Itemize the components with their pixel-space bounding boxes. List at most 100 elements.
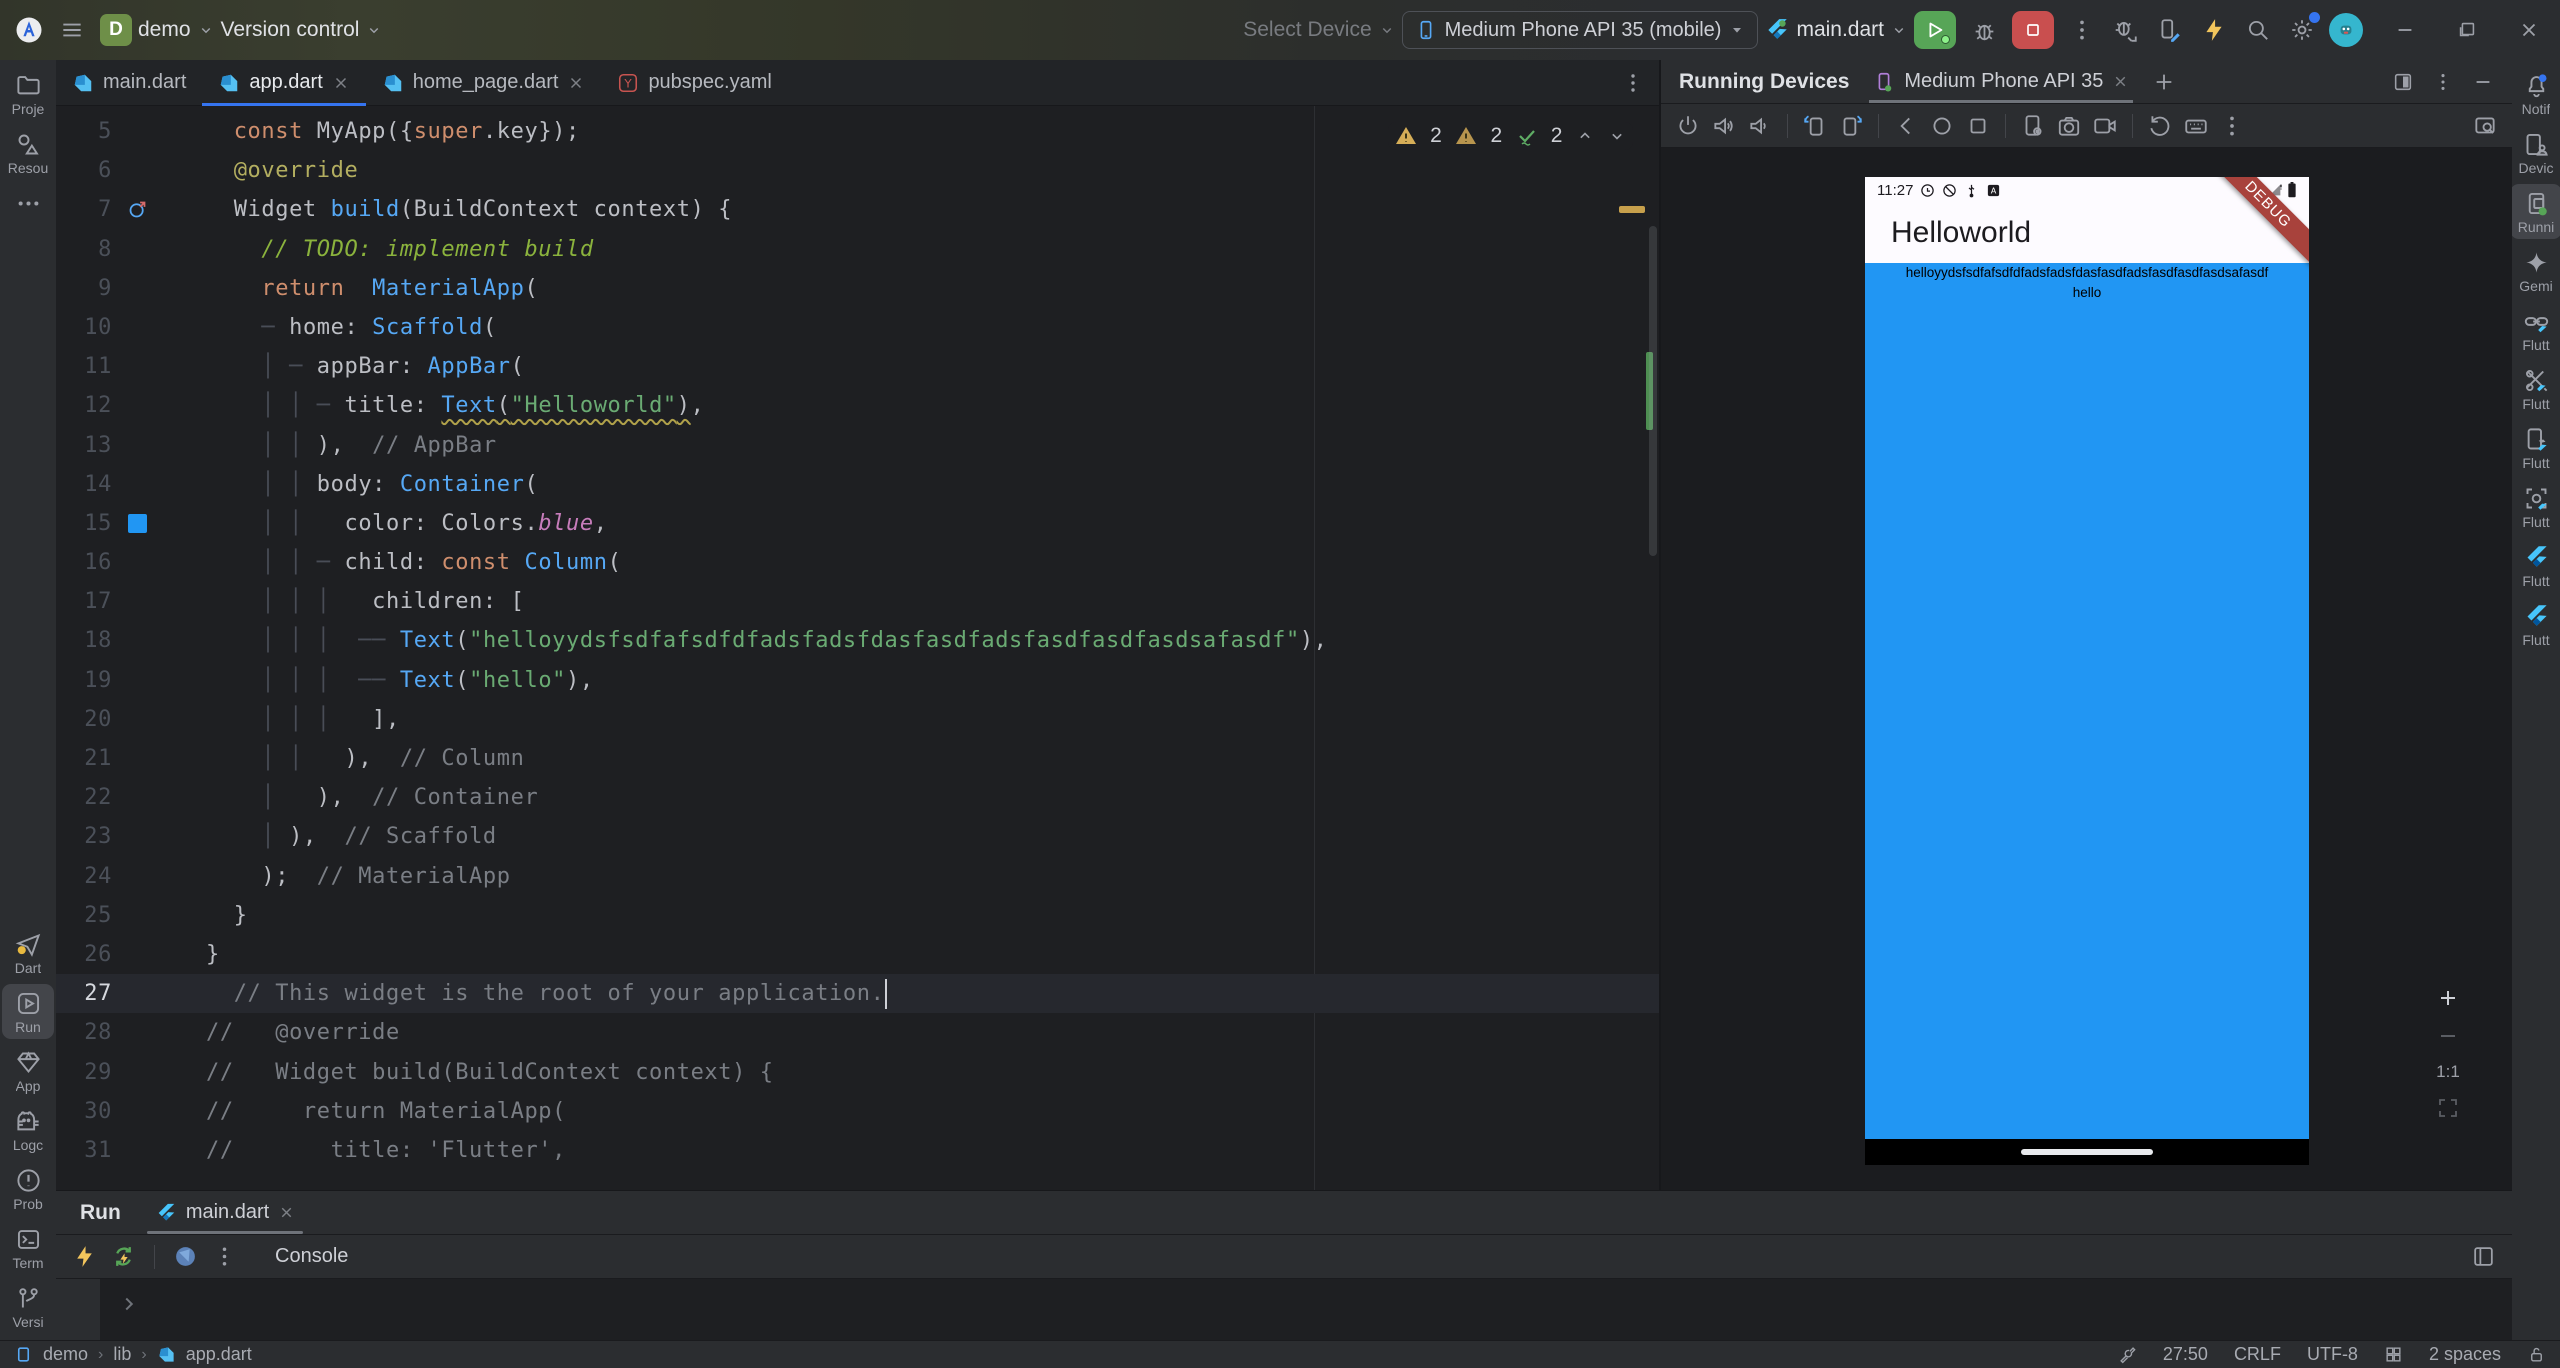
maximize-window-button[interactable] (2436, 0, 2498, 60)
code-line-14[interactable]: 14 │ │ body: Container( (56, 465, 1659, 504)
line-separator[interactable]: CRLF (2234, 1344, 2281, 1365)
device-mirror-button[interactable] (2148, 8, 2192, 52)
more-vertical-button[interactable] (2060, 8, 2104, 52)
code-line-9[interactable]: 9 return MaterialApp( (56, 269, 1659, 308)
code-line-7[interactable]: 7 Widget build(BuildContext context) { (56, 190, 1659, 229)
code-line-28[interactable]: 28// @override (56, 1013, 1659, 1052)
code-line-15[interactable]: 15 │ │ color: Colors.blue, (56, 504, 1659, 543)
tool-stripe-devic[interactable]: Devic (2510, 125, 2560, 180)
dart-app-icon[interactable] (173, 1244, 198, 1269)
nav-home-icon[interactable] (1929, 113, 1955, 139)
select-device-widget[interactable]: Select Device (1243, 8, 1395, 52)
split-panel-icon[interactable] (2392, 71, 2414, 93)
code-line-23[interactable]: 23 │ ), // Scaffold (56, 817, 1659, 856)
close-tab-icon[interactable] (567, 74, 585, 92)
close-tab-icon[interactable] (332, 74, 350, 92)
code-line-24[interactable]: 24 ); // MaterialApp (56, 857, 1659, 896)
hide-panel-icon[interactable] (2472, 71, 2494, 93)
code-line-16[interactable]: 16 │ │ ─ child: const Column( (56, 543, 1659, 582)
attach-debugger-button[interactable] (2104, 8, 2148, 52)
zoom-in-icon[interactable] (2436, 986, 2460, 1010)
code-line-11[interactable]: 11 │ ─ appBar: AppBar( (56, 347, 1659, 386)
rotate-left-icon[interactable] (1802, 113, 1828, 139)
more-vertical-icon[interactable] (212, 1244, 237, 1269)
device-selector[interactable]: Medium Phone API 35 (mobile) (1402, 11, 1759, 49)
caret-position[interactable]: 27:50 (2163, 1344, 2208, 1365)
editor-tab-app.dart[interactable]: app.dart (202, 60, 365, 105)
tool-stripe-notif[interactable]: Notif (2510, 66, 2560, 121)
file-encoding[interactable]: UTF-8 (2307, 1344, 2358, 1365)
run-tab[interactable]: main.dart (147, 1191, 303, 1234)
nav-back-icon[interactable] (1893, 113, 1919, 139)
tool-stripe-prob[interactable]: Prob (2, 1161, 54, 1216)
crumb-app.dart[interactable]: app.dart (186, 1344, 252, 1365)
project-widget[interactable]: D demo (100, 8, 215, 52)
screen-record-icon[interactable] (2092, 113, 2118, 139)
console-tab-label[interactable]: Console (275, 1245, 348, 1268)
inspections-widget[interactable]: 2 2 2 (1388, 122, 1633, 150)
reset-icon[interactable] (2147, 113, 2173, 139)
tool-stripe-proje[interactable]: Proje (2, 66, 54, 121)
editor-scrollbar[interactable] (1649, 226, 1657, 556)
power-icon[interactable] (1675, 113, 1701, 139)
volume-up-icon[interactable] (1711, 113, 1737, 139)
run-button[interactable] (1914, 11, 1956, 49)
code-line-10[interactable]: 10 ─ home: Scaffold( (56, 308, 1659, 347)
color-swatch[interactable] (128, 514, 147, 533)
code-line-29[interactable]: 29// Widget build(BuildContext context) … (56, 1053, 1659, 1092)
code-line-17[interactable]: 17 │ │ │ children: [ (56, 582, 1659, 621)
android-nav-bar[interactable] (1865, 1139, 2309, 1165)
tool-stripe-resou[interactable]: Resou (2, 125, 54, 180)
rotate-right-icon[interactable] (1838, 113, 1864, 139)
tool-stripe-flutt[interactable]: Flutt (2510, 538, 2560, 593)
gutter-marker[interactable] (118, 504, 156, 543)
code-line-12[interactable]: 12 │ │ ─ title: Text("Helloworld"), (56, 386, 1659, 425)
editor-tab-pubspec.yaml[interactable]: Ypubspec.yaml (601, 60, 787, 105)
tool-stripe-flutt[interactable]: Flutt (2510, 597, 2560, 652)
chevron-down-icon[interactable] (1607, 126, 1627, 146)
layout-grid-icon[interactable] (2384, 1345, 2403, 1364)
debug-button[interactable] (1962, 8, 2006, 52)
code-line-21[interactable]: 21 │ │ ), // Column (56, 739, 1659, 778)
chevron-up-icon[interactable] (1575, 126, 1595, 146)
crumb-lib[interactable]: lib (113, 1344, 131, 1365)
hot-restart-icon[interactable] (111, 1244, 136, 1269)
indent-setting[interactable]: 2 spaces (2429, 1344, 2501, 1365)
run-configuration-selector[interactable]: main.dart (1764, 8, 1908, 52)
code-editor[interactable]: 5 const MyApp({super.key});6 @override7 … (56, 106, 1659, 1190)
emulator-screen[interactable]: 11:27 (1865, 177, 2309, 1165)
code-line-31[interactable]: 31// title: 'Flutter', (56, 1131, 1659, 1170)
zoom-out-icon[interactable] (2436, 1024, 2460, 1048)
code-line-25[interactable]: 25 } (56, 896, 1659, 935)
nav-square-icon[interactable] (1965, 113, 1991, 139)
fit-screen-icon[interactable] (2472, 113, 2498, 139)
code-line-8[interactable]: 8 // TODO: implement build (56, 230, 1659, 269)
close-icon[interactable] (2112, 73, 2129, 90)
code-line-26[interactable]: 26} (56, 935, 1659, 974)
tool-stripe-app[interactable]: App (2, 1043, 54, 1098)
code-line-27[interactable]: 27 // This widget is the root of your ap… (56, 974, 1659, 1013)
volume-down-icon[interactable] (1747, 113, 1773, 139)
tab-options[interactable] (1621, 60, 1659, 105)
minimize-window-button[interactable] (2374, 0, 2436, 60)
code-line-20[interactable]: 20 │ │ │ ], (56, 700, 1659, 739)
tool-stripe-run[interactable]: Run (2, 984, 54, 1039)
hot-reload-bolt-button[interactable] (2192, 8, 2236, 52)
code-line-18[interactable]: 18 │ │ │ ── Text("helloyydsfsdfafsdfdfad… (56, 621, 1659, 660)
stop-button[interactable] (2012, 11, 2054, 49)
tool-stripe-flutt[interactable]: Flutt (2510, 420, 2560, 475)
zoom-level-label[interactable]: 1:1 (2436, 1062, 2460, 1082)
main-menu-button[interactable] (50, 8, 94, 52)
camera-icon[interactable] (2056, 113, 2082, 139)
code-line-22[interactable]: 22 │ ), // Container (56, 778, 1659, 817)
more-vertical-icon[interactable] (2432, 71, 2454, 93)
close-icon[interactable] (278, 1204, 295, 1221)
code-line-19[interactable]: 19 │ │ │ ── Text("hello"), (56, 661, 1659, 700)
tool-stripe-dart[interactable]: Dart (2, 925, 54, 980)
fit-to-window-icon[interactable] (2436, 1096, 2460, 1120)
tool-stripe-flutt[interactable]: Flutt (2510, 302, 2560, 357)
vcs-widget[interactable]: Version control (221, 8, 384, 52)
editor-tab-main.dart[interactable]: main.dart (56, 60, 202, 105)
device-settings-icon[interactable] (2020, 113, 2046, 139)
hot-reload-icon[interactable] (72, 1244, 97, 1269)
